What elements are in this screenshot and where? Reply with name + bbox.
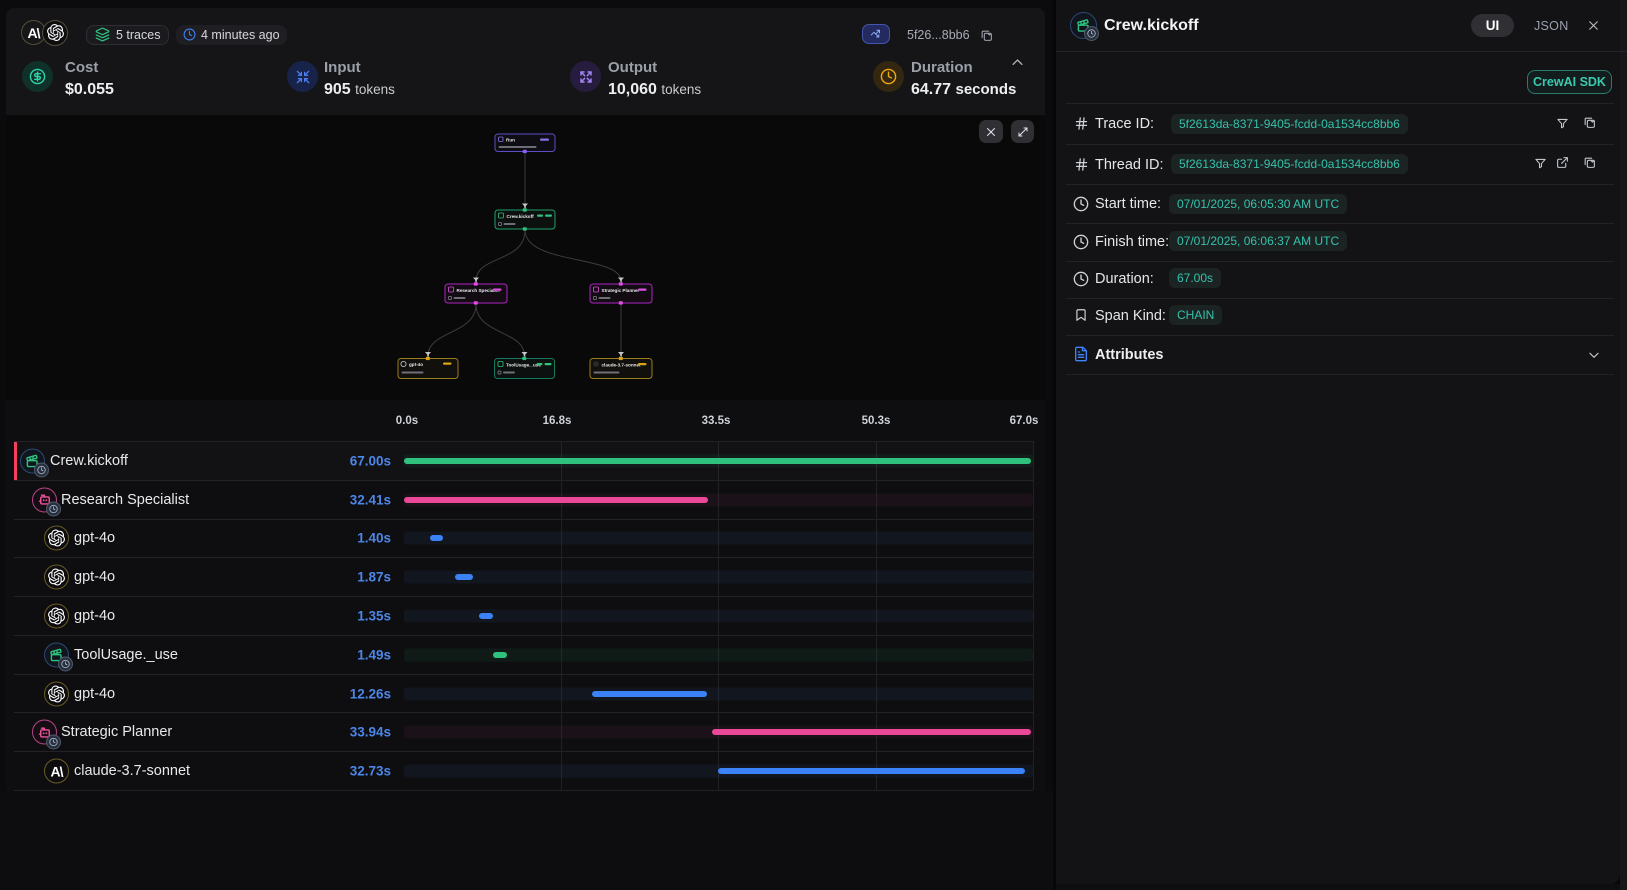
svg-text:Strategic Planner: Strategic Planner [602, 288, 640, 293]
svg-text:Run: Run [506, 138, 515, 143]
svg-text:Research Speciali...: Research Speciali... [457, 288, 500, 293]
svg-text:ToolUsage._use: ToolUsage._use [506, 363, 541, 368]
svg-text:gpt-4o: gpt-4o [409, 362, 423, 367]
svg-text:claude-3.7-sonnet: claude-3.7-sonnet [602, 363, 642, 368]
svg-text:Crew.kickoff: Crew.kickoff [507, 214, 535, 219]
